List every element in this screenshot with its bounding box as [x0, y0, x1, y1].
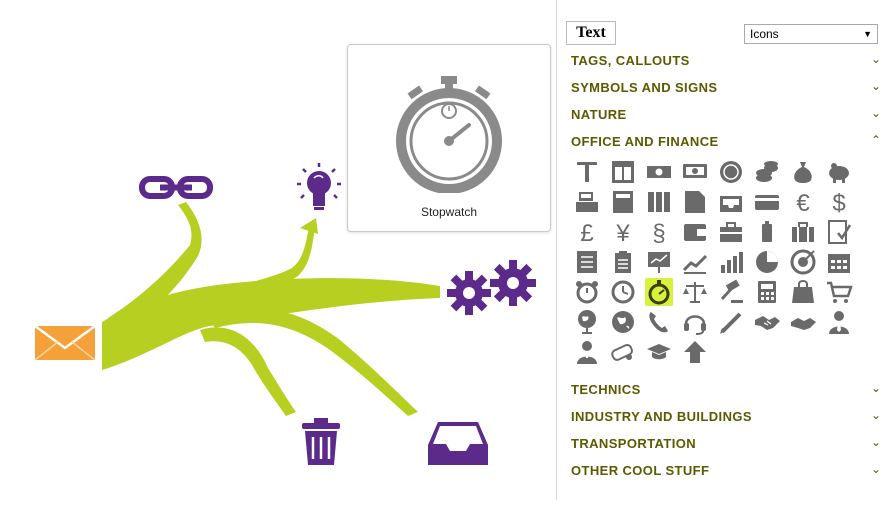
- category-label: OTHER COOL STUFF: [571, 463, 710, 478]
- coin-icon[interactable]: [717, 158, 745, 186]
- category-other-cool-stuff[interactable]: OTHER COOL STUFF ⌄: [571, 460, 881, 482]
- svg-text:§: §: [652, 220, 665, 246]
- target-icon[interactable]: [789, 248, 817, 276]
- piggy-bank-icon[interactable]: [825, 158, 853, 186]
- money-bag-icon[interactable]: [789, 158, 817, 186]
- gavel-icon[interactable]: [717, 278, 745, 306]
- library-dropdown-value: Icons: [750, 27, 779, 41]
- calculator-icon[interactable]: [753, 278, 781, 306]
- category-nature[interactable]: NATURE ⌄: [571, 104, 881, 126]
- branch-trash[interactable]: [200, 327, 296, 416]
- cash-register-icon[interactable]: [573, 188, 601, 216]
- presentation-icon[interactable]: [645, 248, 673, 276]
- scales-icon[interactable]: [681, 278, 709, 306]
- pie-chart-icon[interactable]: [753, 248, 781, 276]
- shopping-bag-icon[interactable]: [789, 278, 817, 306]
- chevron-down-icon: ⌄: [870, 408, 881, 422]
- handshake-2-icon[interactable]: [789, 308, 817, 336]
- stopwatch-icon[interactable]: [645, 278, 673, 306]
- text-button[interactable]: Text: [566, 21, 616, 45]
- globe-2-icon[interactable]: [609, 308, 637, 336]
- category-technics[interactable]: TECHNICS ⌄: [571, 379, 881, 401]
- category-symbols-and-signs[interactable]: SYMBOLS AND SIGNS ⌄: [571, 77, 881, 99]
- category-office-and-finance[interactable]: OFFICE AND FINANCE ⌃: [571, 131, 881, 153]
- credit-card-icon[interactable]: [753, 188, 781, 216]
- category-label: SYMBOLS AND SIGNS: [571, 80, 718, 95]
- chevron-down-icon: ⌄: [870, 381, 881, 395]
- lightbulb-icon[interactable]: [297, 163, 341, 210]
- tooltip-title: Stopwatch: [420, 205, 478, 219]
- category-label: NATURE: [571, 107, 627, 122]
- trash-icon[interactable]: [302, 418, 340, 465]
- shopping-cart-icon[interactable]: [825, 278, 853, 306]
- dropdown-arrow-icon: ▼: [863, 29, 872, 39]
- alarm-clock-icon[interactable]: [573, 278, 601, 306]
- icon-preview-tooltip: Stopwatch: [347, 44, 551, 232]
- dollar-icon[interactable]: $: [825, 188, 853, 216]
- category-label: OFFICE AND FINANCE: [571, 134, 719, 149]
- category-label: INDUSTRY AND BUILDINGS: [571, 409, 752, 424]
- category-tags-callouts[interactable]: TAGS, CALLOUTS ⌄: [571, 50, 881, 72]
- banknote-icon[interactable]: [645, 158, 673, 186]
- handshake-icon[interactable]: [753, 308, 781, 336]
- calendar-icon[interactable]: [825, 248, 853, 276]
- mindmap-branches: [102, 202, 440, 416]
- graduation-cap-icon[interactable]: [645, 338, 673, 366]
- envelope-icon[interactable]: [34, 324, 96, 361]
- phone-icon[interactable]: [645, 308, 673, 336]
- inbox-icon[interactable]: [428, 422, 488, 465]
- folder-icon[interactable]: [681, 188, 709, 216]
- icon-library-panel: Text Icons ▼ TAGS, CALLOUTS ⌄ SYMBOLS AN…: [557, 0, 890, 500]
- wallet-icon[interactable]: [681, 218, 709, 246]
- briefcase-icon[interactable]: [717, 218, 745, 246]
- yen-icon[interactable]: ¥: [609, 218, 637, 246]
- inbox-tray-icon[interactable]: [717, 188, 745, 216]
- money-icon[interactable]: [681, 158, 709, 186]
- pound-icon[interactable]: £: [573, 218, 601, 246]
- clipboard-icon[interactable]: [609, 248, 637, 276]
- svg-text:¥: ¥: [615, 220, 630, 246]
- stopwatch-icon: [396, 76, 502, 193]
- category-label: TAGS, CALLOUTS: [571, 53, 690, 68]
- layout-icon[interactable]: [609, 158, 637, 186]
- checklist-2-icon[interactable]: [573, 248, 601, 276]
- chevron-down-icon: ⌄: [870, 52, 881, 66]
- library-dropdown[interactable]: Icons ▼: [744, 24, 878, 44]
- up-arrow-icon[interactable]: [681, 338, 709, 366]
- globe-icon[interactable]: [573, 308, 601, 336]
- paper-bin-icon[interactable]: [753, 218, 781, 246]
- binders-icon[interactable]: [645, 188, 673, 216]
- section-icon[interactable]: §: [645, 218, 673, 246]
- chevron-down-icon: ⌄: [870, 106, 881, 120]
- line-chart-icon[interactable]: [681, 248, 709, 276]
- category-label: TECHNICS: [571, 382, 641, 397]
- text-cursor-icon[interactable]: [573, 158, 601, 186]
- chevron-down-icon: ⌄: [870, 79, 881, 93]
- coins-stack-icon[interactable]: [753, 158, 781, 186]
- euro-icon[interactable]: €: [789, 188, 817, 216]
- user-tie-icon[interactable]: [573, 338, 601, 366]
- chevron-down-icon: ⌄: [870, 435, 881, 449]
- chevron-up-icon: ⌃: [870, 133, 881, 147]
- pen-icon[interactable]: [717, 308, 745, 336]
- svg-text:$: $: [832, 190, 845, 216]
- clock-icon[interactable]: [609, 278, 637, 306]
- diploma-icon[interactable]: [609, 338, 637, 366]
- headset-icon[interactable]: [681, 308, 709, 336]
- category-transportation[interactable]: TRANSPORTATION ⌄: [571, 433, 881, 455]
- svg-text:€: €: [796, 190, 810, 216]
- link-icon[interactable]: [139, 176, 213, 199]
- category-label: TRANSPORTATION: [571, 436, 696, 451]
- checklist-icon[interactable]: [825, 218, 853, 246]
- case-icon[interactable]: [789, 218, 817, 246]
- businessman-icon[interactable]: [825, 308, 853, 336]
- chevron-down-icon: ⌄: [870, 462, 881, 476]
- bar-chart-icon[interactable]: [717, 248, 745, 276]
- book-icon[interactable]: [609, 188, 637, 216]
- branch-inbox[interactable]: [208, 309, 418, 416]
- category-industry-and-buildings[interactable]: INDUSTRY AND BUILDINGS ⌄: [571, 406, 881, 428]
- gears-icon[interactable]: [447, 260, 536, 315]
- svg-text:£: £: [580, 220, 593, 246]
